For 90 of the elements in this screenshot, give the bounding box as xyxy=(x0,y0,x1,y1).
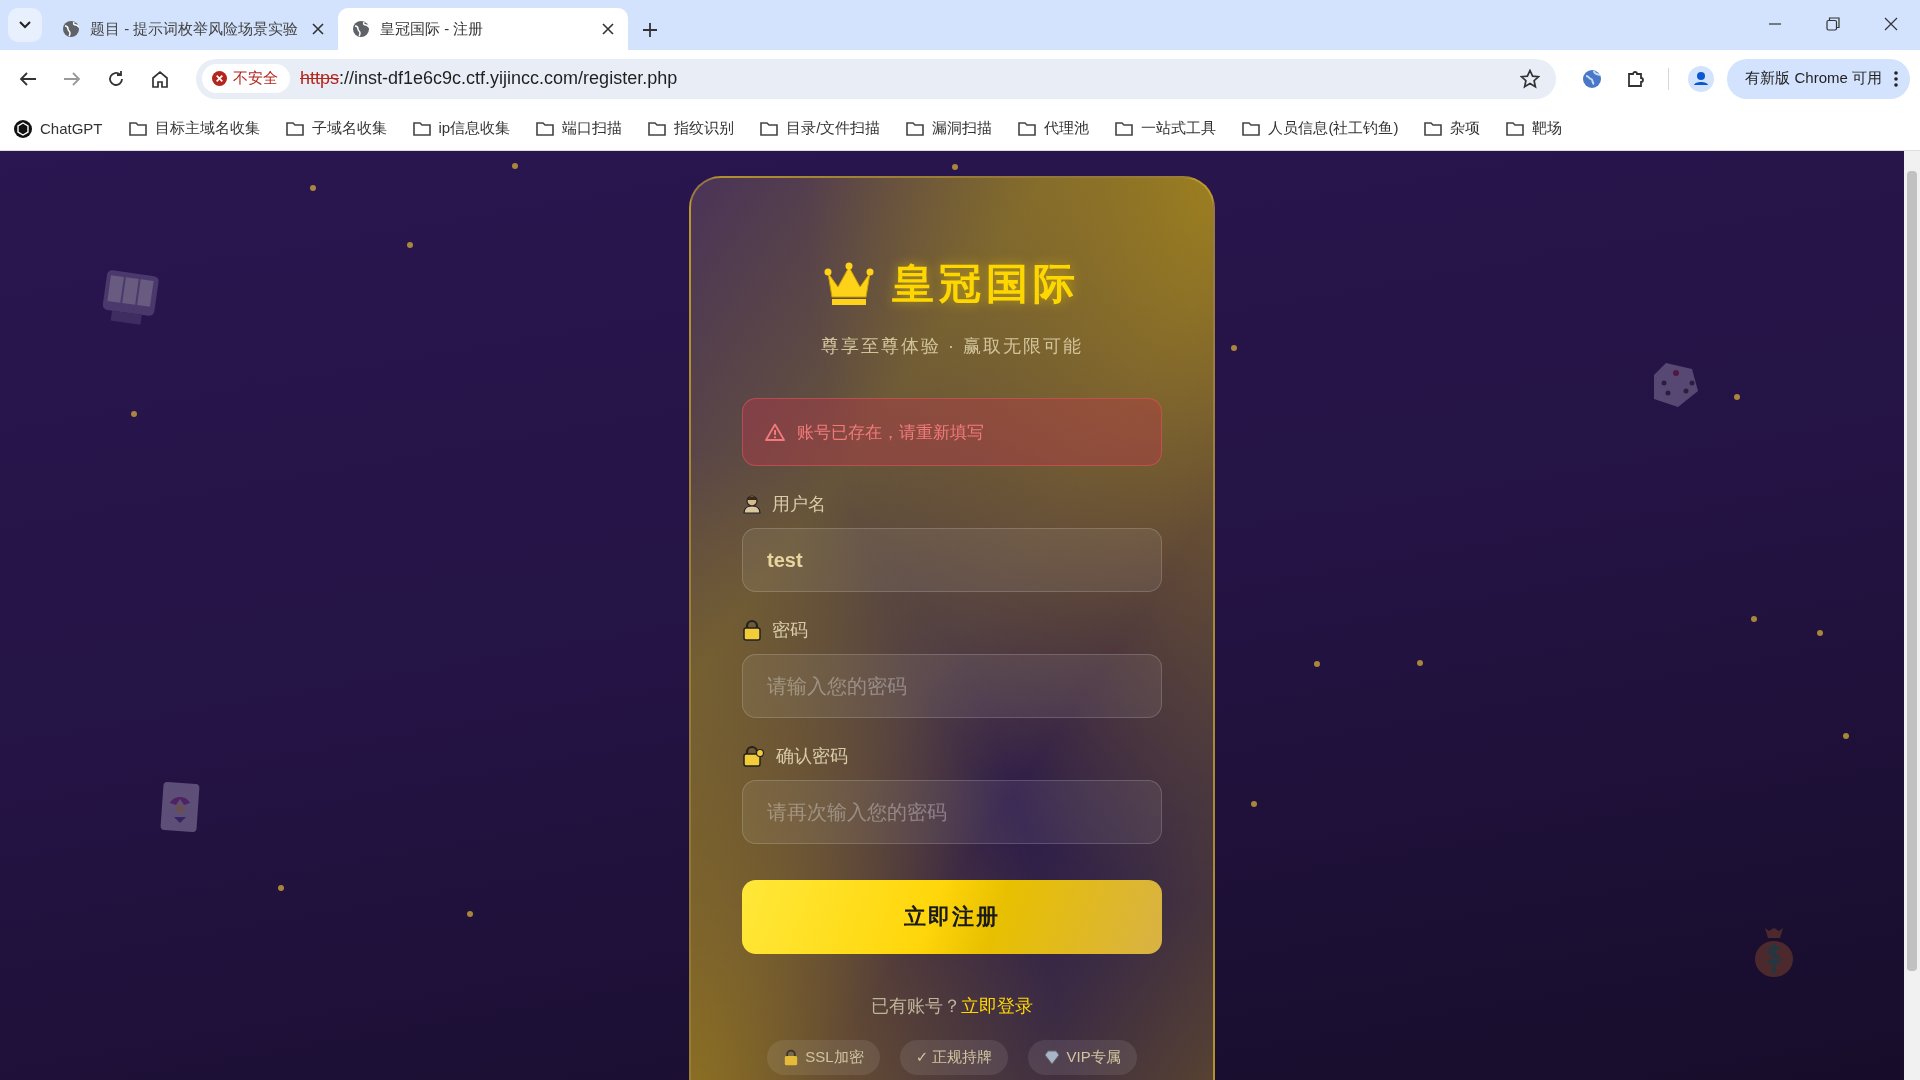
bookmark-item[interactable]: 端口扫描 xyxy=(536,119,623,138)
close-icon[interactable] xyxy=(312,23,324,35)
folder-icon xyxy=(536,121,555,136)
reload-icon xyxy=(107,69,125,88)
person-icon xyxy=(742,494,762,514)
diamond-icon xyxy=(1044,1050,1061,1065)
bookmark-item[interactable]: 漏洞扫描 xyxy=(906,119,993,138)
feature-badge: VIP专属 xyxy=(1028,1040,1137,1075)
chatgpt-logo-icon xyxy=(14,119,32,138)
bookmark-item[interactable]: 目标主域名收集 xyxy=(128,119,260,138)
sparkle-dot xyxy=(310,185,316,191)
puzzle-icon xyxy=(1626,68,1647,89)
globe-icon xyxy=(62,20,80,38)
sparkle-dot xyxy=(1417,660,1423,666)
login-link[interactable]: 立即登录 xyxy=(961,994,1033,1018)
folder-icon xyxy=(1424,121,1443,136)
back-arrow-icon xyxy=(19,70,37,87)
sparkle-dot xyxy=(1751,616,1757,622)
feature-badge: ✓ 正规持牌 xyxy=(899,1040,1009,1075)
security-chip[interactable]: 不安全 xyxy=(202,64,290,93)
chevron-down-icon xyxy=(19,21,31,29)
bookmark-item[interactable]: 一站式工具 xyxy=(1115,119,1217,138)
folder-icon xyxy=(285,121,304,136)
crown-icon xyxy=(824,261,874,307)
sparkle-dot xyxy=(407,242,413,248)
bookmark-item[interactable]: 人员信息(社工钓鱼) xyxy=(1242,119,1399,138)
folder-icon xyxy=(1018,121,1037,136)
field-label: 用户名 xyxy=(772,493,826,516)
folder-icon xyxy=(1242,121,1261,136)
browser-tab[interactable]: 皇冠国际 - 注册 xyxy=(338,8,628,50)
url-text: https://inst-df1e6c9c.ctf.yijincc.com/register.php xyxy=(300,68,679,89)
close-icon[interactable] xyxy=(1884,17,1898,31)
field-label: 确认密码 xyxy=(776,745,848,768)
warning-icon xyxy=(765,423,785,441)
bookmark-item[interactable]: 子域名收集 xyxy=(285,119,387,138)
sparkle-dot xyxy=(512,163,518,169)
home-icon xyxy=(151,69,169,88)
sparkle-dot xyxy=(278,885,284,891)
address-bar[interactable]: 不安全 https://inst-df1e6c9c.ctf.yijincc.com/register.php xyxy=(196,58,1557,99)
sparkle-dot xyxy=(1251,801,1257,807)
lock-icon xyxy=(783,1049,800,1066)
globe-icon xyxy=(1582,68,1603,89)
bookmark-item[interactable]: ChatGPT xyxy=(14,119,103,138)
folder-icon xyxy=(412,121,431,136)
bookmark-star-icon[interactable] xyxy=(1520,68,1541,89)
close-icon[interactable] xyxy=(602,23,614,35)
register-button[interactable]: 立即注册 xyxy=(742,880,1162,954)
restore-icon[interactable] xyxy=(1826,17,1840,31)
error-message: 账号已存在，请重新填写 xyxy=(797,421,984,444)
forward-arrow-icon xyxy=(63,70,81,87)
folder-icon xyxy=(128,121,147,136)
bookmark-item[interactable]: 指纹识别 xyxy=(648,119,735,138)
globe-icon xyxy=(352,20,370,38)
sparkle-dot xyxy=(131,411,137,417)
folder-icon xyxy=(648,121,667,136)
folder-icon xyxy=(1115,121,1134,136)
sparkle-dot xyxy=(1817,630,1823,636)
folder-icon xyxy=(906,121,925,136)
sparkle-dot xyxy=(467,911,473,917)
sparkle-dot xyxy=(1231,345,1237,351)
slot-machine-icon xyxy=(100,269,160,327)
bookmark-item[interactable]: 靶场 xyxy=(1506,119,1563,138)
bookmark-item[interactable]: 杂项 xyxy=(1424,119,1481,138)
new-tab-icon[interactable] xyxy=(642,22,658,38)
login-prompt: 已有账号？ xyxy=(871,995,961,1018)
folder-icon xyxy=(760,121,779,136)
person-icon xyxy=(1688,65,1715,92)
lock-with-key-icon xyxy=(742,745,766,767)
brand-title: 皇冠国际 xyxy=(892,259,1080,309)
more-vertical-icon xyxy=(1894,70,1898,87)
joker-card-icon xyxy=(160,781,200,833)
sparkle-dot xyxy=(1843,733,1849,739)
tab-list-button[interactable] xyxy=(8,8,42,42)
browser-tab[interactable]: 题目 - 提示词枚举风险场景实验 xyxy=(48,8,338,50)
warning-icon xyxy=(212,71,227,86)
lock-icon xyxy=(742,619,762,641)
folder-icon xyxy=(1506,121,1525,136)
update-chrome-button[interactable]: 有新版 Chrome 可用 xyxy=(1727,58,1910,99)
field-label: 密码 xyxy=(772,619,808,642)
feature-badge: SSL加密 xyxy=(767,1040,880,1075)
bookmark-item[interactable]: 代理池 xyxy=(1018,119,1090,138)
money-bag-icon xyxy=(1753,926,1795,978)
tagline: 尊享至尊体验 · 赢取无限可能 xyxy=(820,335,1084,358)
scrollbar[interactable] xyxy=(1904,151,1920,1080)
dice-icon xyxy=(1652,361,1700,409)
sparkle-dot xyxy=(1314,661,1320,667)
bookmark-item[interactable]: ip信息收集 xyxy=(412,119,511,138)
sparkle-dot xyxy=(952,164,958,170)
sparkle-dot xyxy=(1734,394,1740,400)
bookmark-item[interactable]: 目录/文件扫描 xyxy=(760,119,881,138)
